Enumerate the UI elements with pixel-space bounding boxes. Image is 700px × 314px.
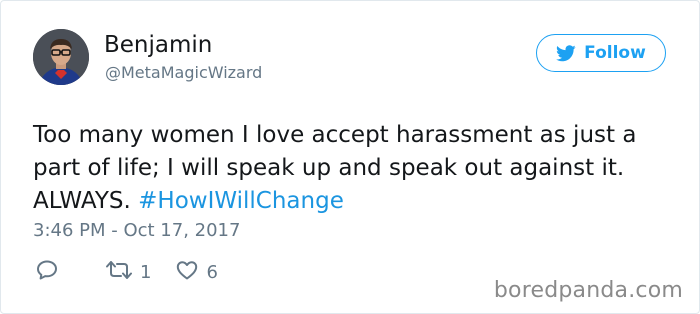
follow-button-label: Follow <box>584 43 646 63</box>
tweet-timestamp[interactable]: 3:46 PM - Oct 17, 2017 <box>33 219 240 243</box>
tweet-actions: 1 6 <box>35 258 218 286</box>
retweet-count: 1 <box>140 261 152 283</box>
heart-icon <box>175 258 199 286</box>
twitter-bird-icon <box>556 44 576 62</box>
retweet-icon <box>105 258 133 286</box>
tweet-text-line-3: ALWAYS. <box>33 188 139 214</box>
tweet-text-line-1: Too many women I love accept harassment … <box>33 122 637 148</box>
reply-button[interactable] <box>35 258 59 286</box>
tweet-text-line-2: part of life; I will speak up and speak … <box>33 155 625 181</box>
user-handle[interactable]: @MetaMagicWizard <box>105 63 262 83</box>
watermark: boredpanda.com <box>493 278 683 303</box>
tweet-card: Benjamin @MetaMagicWizard Follow Too man… <box>0 0 700 314</box>
like-button[interactable]: 6 <box>175 258 218 286</box>
display-name[interactable]: Benjamin <box>104 31 212 59</box>
hashtag-link[interactable]: #HowIWillChange <box>138 188 344 214</box>
avatar-photo <box>33 29 89 85</box>
reply-icon <box>35 258 59 286</box>
tweet-text: Too many women I love accept harassment … <box>33 119 683 218</box>
follow-button[interactable]: Follow <box>536 34 666 72</box>
avatar[interactable] <box>33 29 89 85</box>
like-count: 6 <box>206 261 218 283</box>
retweet-button[interactable]: 1 <box>105 258 151 286</box>
